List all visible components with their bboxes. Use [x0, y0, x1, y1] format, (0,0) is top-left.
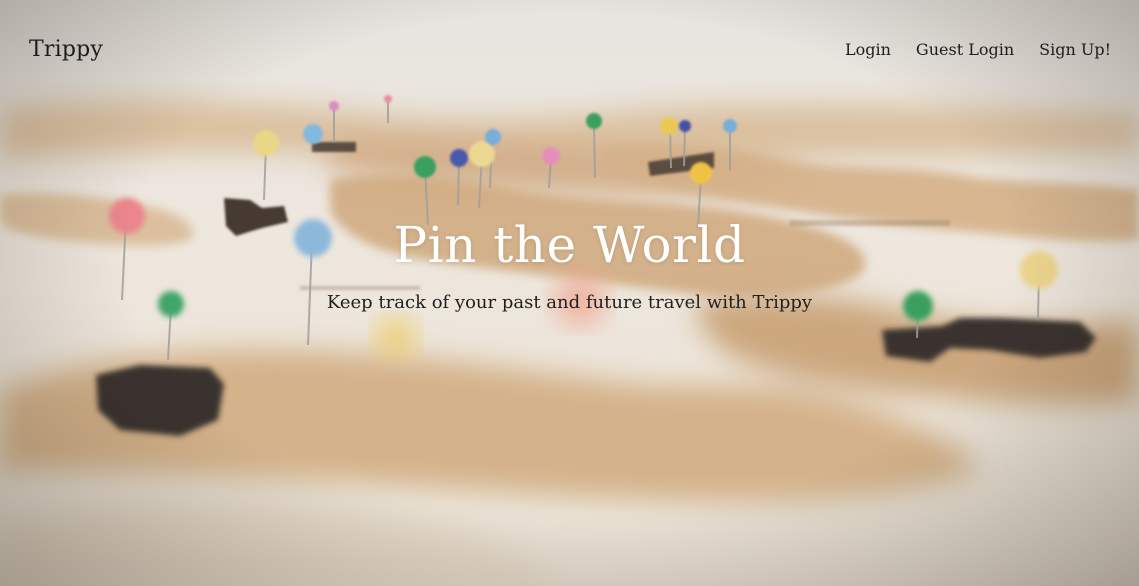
- brand-logo-link[interactable]: Trippy: [29, 37, 103, 62]
- top-navbar: Trippy Login Guest Login Sign Up!: [0, 0, 1139, 100]
- hero-headline: Pin the World: [393, 216, 746, 274]
- login-link[interactable]: Login: [845, 40, 891, 59]
- guest-login-link[interactable]: Guest Login: [916, 40, 1014, 59]
- nav-links: Login Guest Login Sign Up!: [845, 40, 1111, 59]
- hero-section: Trippy Login Guest Login Sign Up! Pin th…: [0, 0, 1139, 586]
- hero-tagline: Keep track of your past and future trave…: [326, 292, 813, 313]
- sign-up-link[interactable]: Sign Up!: [1039, 40, 1111, 59]
